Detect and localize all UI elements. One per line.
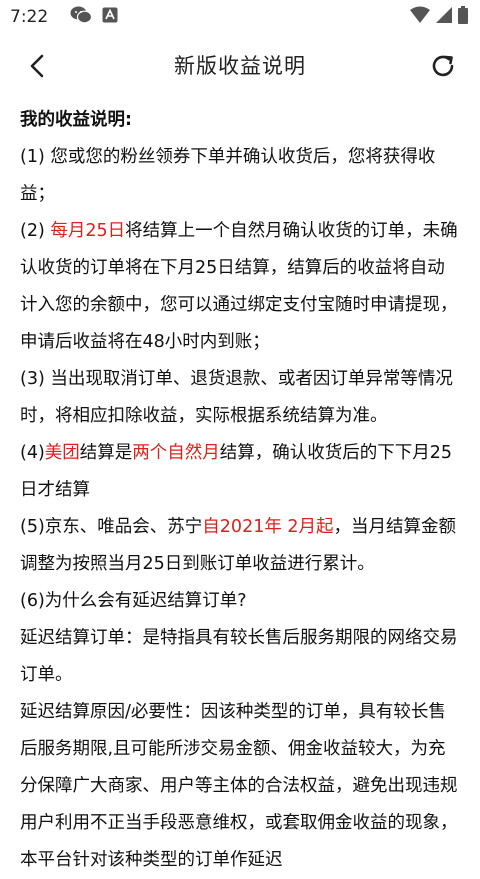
item-2: (2) 每月25日将结算上一个自然月确认收货的订单，未确认收货的订单将在下月25… [20, 221, 458, 352]
status-time: 7:22 [10, 7, 49, 27]
item-6-reason: 延迟结算原因/必要性：因该种类型的订单，具有较长售后服务期限,且可能所涉交易金额… [20, 702, 458, 870]
page-title: 新版收益说明 [174, 54, 306, 78]
wechat-icon [70, 6, 93, 29]
highlight-settlement-day: 每月25日 [50, 221, 126, 241]
item-3: (3) 当出现取消订单、退货退款、或者因订单异常等情况时，将相应扣除收益，实际根… [20, 369, 453, 426]
refresh-icon[interactable] [428, 51, 458, 81]
app-bar: 新版收益说明 [0, 34, 480, 96]
item-6-question: (6)为什么会有延迟结算订单? [20, 591, 247, 611]
item-5: (5)京东、唯品会、苏宁自2021年 2月起，当月结算金额调整为按照当月25日到… [20, 517, 457, 574]
battery-icon [458, 5, 468, 29]
highlight-two-months: 两个自然月 [132, 443, 220, 463]
wifi-icon [410, 6, 430, 29]
app-notification-icon [102, 7, 118, 28]
item-1: (1) 您或您的粉丝领券下单并确认收货后，您将获得收益； [20, 147, 436, 204]
item-4: (4)美团结算是两个自然月结算，确认收货后的下下月25日才结算 [20, 443, 453, 500]
item-6-answer: 延迟结算订单：是特指具有较长售后服务期限的网络交易订单。 [20, 628, 458, 685]
status-bar: 7:22 [0, 0, 480, 34]
chevron-left-icon[interactable] [22, 51, 52, 81]
cellular-signal-icon [436, 6, 452, 29]
highlight-date: 自2021年 2月起 [202, 517, 334, 537]
earnings-explanation: 我的收益说明: (1) 您或您的粉丝领券下单并确认收货后，您将获得收益； (2)… [0, 96, 480, 879]
highlight-meituan: 美团 [44, 443, 80, 463]
section-heading: 我的收益说明: [20, 110, 132, 130]
